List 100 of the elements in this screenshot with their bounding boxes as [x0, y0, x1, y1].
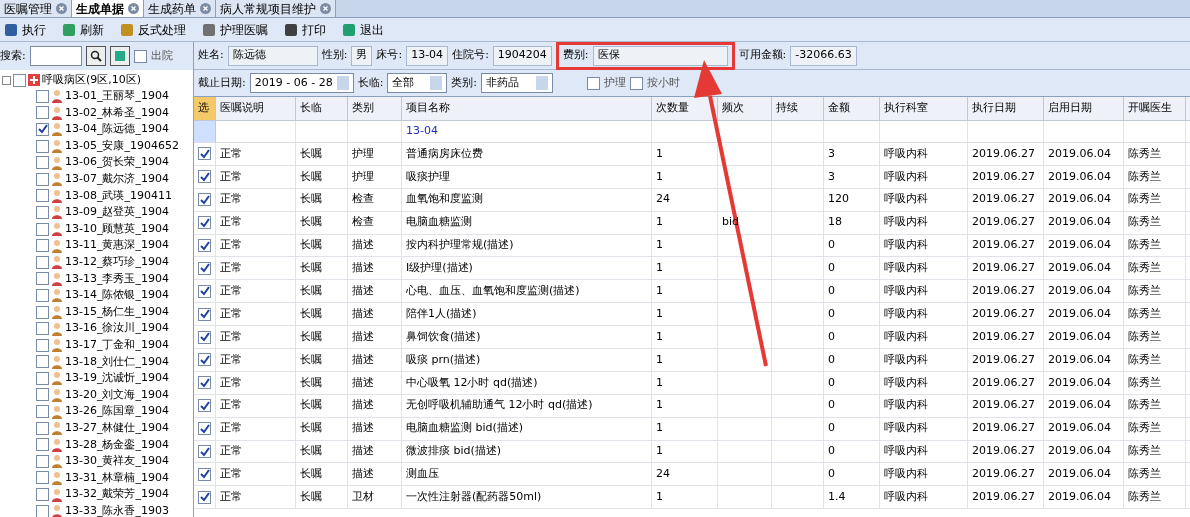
column-header[interactable]: 执行科室: [880, 97, 968, 120]
tree-item[interactable]: 13-17_丁金和_1904: [65, 336, 169, 354]
close-icon[interactable]: [320, 3, 331, 14]
dropdown[interactable]: 非药品: [481, 73, 554, 93]
tree-item[interactable]: 13-10_顾慧英_1904: [65, 220, 169, 238]
checkbox[interactable]: [36, 239, 49, 253]
checkbox[interactable]: [36, 421, 49, 435]
tree-item[interactable]: 13-11_黄惠深_1904: [65, 237, 169, 254]
checkbox[interactable]: [630, 76, 644, 90]
tree-item[interactable]: 13-12_蔡巧珍_1904: [65, 254, 169, 271]
checkbox[interactable]: [36, 388, 49, 402]
refresh-button[interactable]: [109, 46, 130, 66]
row-checkbox[interactable]: [198, 467, 211, 481]
tree-item[interactable]: 13-28_杨金銮_1904: [65, 436, 169, 453]
tree-item[interactable]: 13-09_赵登英_1904: [65, 204, 169, 221]
checkbox[interactable]: [36, 288, 49, 302]
tree-item[interactable]: 13-04_陈远德_1904: [65, 121, 169, 138]
search-button[interactable]: [85, 46, 106, 66]
tree-item[interactable]: 13-27_林健仕_1904: [65, 419, 169, 437]
column-header[interactable]: 类别: [348, 97, 402, 120]
date-field[interactable]: 2019 - 06 - 28: [249, 73, 354, 93]
checkbox[interactable]: [36, 106, 49, 120]
toolbar-button[interactable]: 刷新: [58, 20, 108, 39]
column-header[interactable]: 次数量: [652, 97, 718, 120]
tree-item[interactable]: 13-14_陈侬银_1904: [65, 287, 169, 304]
tree-item[interactable]: 13-06_贺长荣_1904: [65, 154, 169, 171]
tree-item[interactable]: 13-32_戴荣芳_1904: [65, 486, 169, 503]
tab[interactable]: 病人常规项目维护: [216, 0, 336, 17]
row-checkbox[interactable]: [198, 261, 211, 275]
checkbox[interactable]: [36, 172, 49, 186]
column-header[interactable]: 项目名称: [402, 97, 652, 120]
tree-item[interactable]: 13-08_武瑛_190411: [65, 187, 172, 205]
close-icon[interactable]: [128, 3, 139, 14]
search-field[interactable]: [29, 46, 82, 66]
collapse-icon[interactable]: [2, 75, 11, 85]
row-checkbox[interactable]: [198, 193, 211, 207]
column-header[interactable]: 长临: [296, 97, 348, 120]
checkbox[interactable]: [36, 454, 49, 468]
row-checkbox[interactable]: [198, 147, 211, 161]
tree-item[interactable]: 13-07_戴尔济_1904: [65, 171, 169, 188]
checkbox[interactable]: [587, 76, 601, 90]
checkbox[interactable]: [36, 438, 49, 452]
tree-item[interactable]: 13-30_黄祥友_1904: [65, 453, 169, 470]
checkbox[interactable]: [36, 471, 49, 485]
checkbox[interactable]: [36, 222, 49, 236]
checkbox[interactable]: [36, 371, 49, 385]
checkbox[interactable]: [36, 322, 49, 336]
column-header[interactable]: 持续: [772, 97, 824, 120]
row-checkbox[interactable]: [198, 376, 211, 390]
checkbox[interactable]: [36, 272, 49, 286]
tab[interactable]: 医嘱管理: [0, 0, 72, 17]
row-checkbox[interactable]: [198, 445, 211, 458]
close-icon[interactable]: [56, 3, 67, 14]
toolbar-button[interactable]: 打印: [280, 20, 330, 39]
checkbox[interactable]: [36, 405, 49, 419]
checkbox[interactable]: [36, 355, 49, 369]
tab[interactable]: 生成药单: [144, 0, 216, 17]
checkbox[interactable]: [36, 305, 49, 319]
row-checkbox[interactable]: [198, 284, 211, 298]
tree-item[interactable]: 13-31_林章楠_1904: [65, 469, 169, 487]
checkbox[interactable]: [36, 189, 49, 203]
checkbox[interactable]: [36, 338, 49, 352]
row-checkbox[interactable]: [198, 170, 211, 184]
checkbox[interactable]: [13, 73, 26, 87]
column-header[interactable]: 选: [194, 97, 216, 120]
tree-item[interactable]: 13-33_陈永香_1903: [65, 502, 169, 517]
row-checkbox[interactable]: [198, 490, 211, 504]
toolbar-button[interactable]: 护理医嘱: [198, 20, 272, 39]
tree-item[interactable]: 13-26_陈国章_1904: [65, 403, 169, 420]
tree-item[interactable]: 13-02_林希圣_1904: [65, 104, 169, 122]
checkbox[interactable]: [133, 49, 147, 63]
row-checkbox[interactable]: [198, 307, 211, 321]
column-header[interactable]: 执行日期: [968, 97, 1044, 120]
column-header[interactable]: 启用日期: [1044, 97, 1124, 120]
row-checkbox[interactable]: [198, 422, 211, 436]
close-icon[interactable]: [200, 3, 211, 14]
column-header[interactable]: 频次: [718, 97, 772, 120]
tree-item[interactable]: 13-18_刘仕仁_1904: [65, 353, 169, 371]
toolbar-button[interactable]: 反式处理: [116, 20, 190, 39]
row-checkbox[interactable]: [198, 399, 211, 413]
tree-item[interactable]: 13-20_刘文海_1904: [65, 386, 169, 404]
row-selector-cell[interactable]: [194, 121, 216, 142]
tree-item[interactable]: 13-01_王丽琴_1904: [65, 88, 169, 105]
tree-item[interactable]: 13-13_李秀玉_1904: [65, 270, 169, 288]
toolbar-button[interactable]: 退出: [338, 20, 388, 39]
checkbox[interactable]: [36, 89, 49, 103]
checkbox[interactable]: [36, 139, 49, 153]
tree-item[interactable]: 13-05_安康_1904652: [65, 137, 179, 155]
row-checkbox[interactable]: [198, 216, 211, 230]
checkbox[interactable]: [36, 504, 49, 517]
checkbox[interactable]: [36, 488, 49, 502]
checkbox[interactable]: [36, 123, 49, 136]
row-checkbox[interactable]: [198, 353, 211, 367]
column-header[interactable]: 医嘱说明: [216, 97, 296, 120]
tree-item[interactable]: 呼吸病区(9区,10区): [42, 71, 142, 89]
column-header[interactable]: 金额: [824, 97, 880, 120]
column-header[interactable]: 开嘱医生: [1124, 97, 1186, 120]
tree-item[interactable]: 13-16_徐汝川_1904: [65, 320, 169, 337]
checkbox[interactable]: [36, 156, 49, 170]
row-checkbox[interactable]: [198, 239, 211, 252]
